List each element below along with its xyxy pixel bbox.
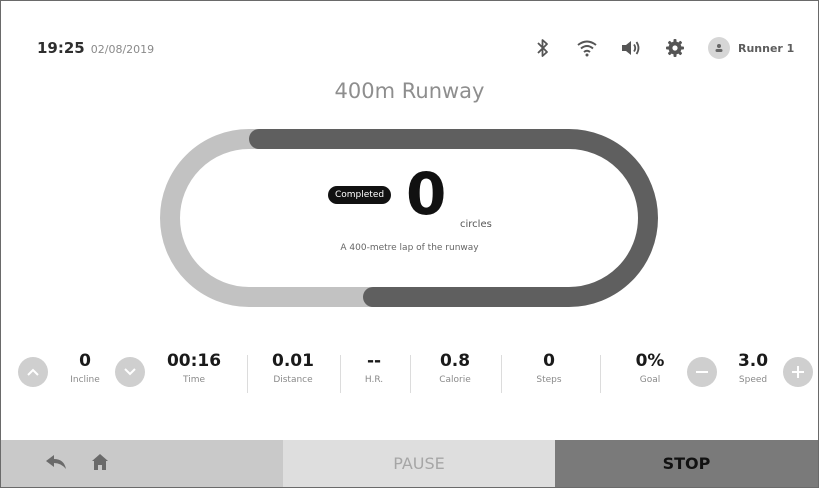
laps-unit: circles xyxy=(460,219,492,230)
stop-button[interactable]: STOP xyxy=(555,440,818,487)
metric-heart-rate: -- H.R. xyxy=(334,345,414,385)
bottom-bar: PAUSE STOP xyxy=(1,440,818,487)
metric-label: Calorie xyxy=(439,375,471,385)
metric-label: Speed xyxy=(738,375,768,385)
minus-icon xyxy=(696,371,708,373)
track-completed xyxy=(249,129,658,307)
metric-label: Steps xyxy=(536,375,562,385)
chevron-up-icon xyxy=(27,368,39,376)
home-icon[interactable] xyxy=(91,453,109,475)
lap-description: A 400-metre lap of the runway xyxy=(340,243,479,253)
divider xyxy=(600,355,601,393)
laps-value: 0 xyxy=(406,160,447,228)
incline-up-button[interactable] xyxy=(18,357,48,387)
metric-value: 00:16 xyxy=(166,351,222,371)
back-icon[interactable] xyxy=(45,453,69,475)
divider xyxy=(410,355,411,393)
metric-steps: 0 Steps xyxy=(509,345,589,385)
metric-value: 3.0 xyxy=(737,351,769,371)
divider xyxy=(501,355,502,393)
metric-value: 0.01 xyxy=(272,351,314,371)
metric-speed: 3.0 Speed xyxy=(713,345,793,385)
metric-calorie: 0.8 Calorie xyxy=(415,345,495,385)
track-remaining xyxy=(160,129,383,307)
metric-value: 0 xyxy=(79,351,91,371)
metric-incline: 0 Incline xyxy=(45,345,125,385)
treadmill-screen: 19:25 02/08/2019 Runner 1 400m Runway Co… xyxy=(0,0,819,488)
metric-label: Goal xyxy=(639,375,661,385)
pause-button[interactable]: PAUSE xyxy=(283,440,555,487)
metrics-bar: 0 Incline 00:16 Time 0.01 Distance -- H.… xyxy=(1,345,818,403)
nav-area xyxy=(1,440,283,487)
completed-badge: Completed xyxy=(328,186,392,204)
metric-time: 00:16 Time xyxy=(154,345,234,385)
metric-label: Time xyxy=(182,375,206,385)
metric-distance: 0.01 Distance xyxy=(253,345,333,385)
metric-label: H.R. xyxy=(364,375,384,385)
chevron-down-icon xyxy=(124,368,136,376)
metric-label: Distance xyxy=(273,375,313,385)
metric-value: 0.8 xyxy=(439,351,471,371)
divider xyxy=(247,355,248,393)
metric-value: -- xyxy=(366,351,382,371)
metric-label: Incline xyxy=(70,375,100,385)
plus-icon xyxy=(792,366,804,378)
speed-up-button[interactable] xyxy=(783,357,813,387)
incline-down-button[interactable] xyxy=(115,357,145,387)
metric-value: 0% xyxy=(635,351,665,371)
metric-value: 0 xyxy=(543,351,555,371)
metric-goal: 0% Goal xyxy=(610,345,690,385)
